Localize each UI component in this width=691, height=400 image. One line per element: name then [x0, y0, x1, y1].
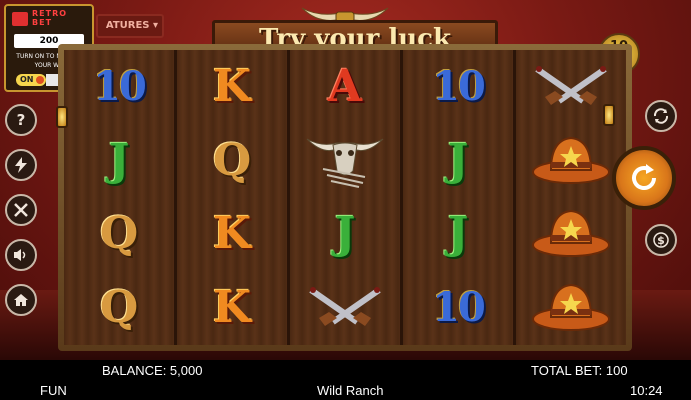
- reel-cell: J: [403, 198, 513, 272]
- symbol-j: J: [334, 208, 356, 260]
- lantern-icon: [56, 106, 68, 128]
- reel-1: 10 J Q Q: [64, 50, 177, 345]
- reel-4: 10 J J 10: [403, 50, 516, 345]
- bull-skull-icon: [306, 138, 384, 188]
- reel-cell: Q: [177, 124, 287, 198]
- home-icon: [14, 294, 28, 306]
- total-bet-text: TOTAL BET: 100: [531, 363, 628, 378]
- bull-skull-symbol: [303, 129, 387, 193]
- features-button[interactable]: ATURES ▾: [96, 14, 164, 38]
- autoplay-button[interactable]: [645, 100, 677, 132]
- reel-cell: [516, 198, 626, 272]
- cowboy-hat-icon: [532, 210, 610, 258]
- crossed-pistols-icon: [309, 287, 381, 327]
- symbol-j: J: [108, 134, 130, 186]
- crossed-pistols-symbol: [531, 61, 611, 113]
- lightning-icon: [15, 157, 27, 173]
- crossed-pistols-symbol: [305, 282, 385, 334]
- reel-cell: 10: [403, 50, 513, 124]
- retro-bet-toggle-label: ON: [20, 75, 34, 84]
- home-button[interactable]: [5, 284, 37, 316]
- toggle-knob-icon: [36, 76, 44, 84]
- cowboy-hat-symbol: [531, 279, 611, 337]
- reel-cell: Q: [64, 198, 174, 272]
- retro-bet-toggle[interactable]: ON: [16, 74, 46, 86]
- spin-button[interactable]: [612, 146, 676, 210]
- balance-text: BALANCE: 5,000: [102, 363, 203, 378]
- bet-button[interactable]: $: [645, 224, 677, 256]
- help-button[interactable]: ?: [5, 104, 37, 136]
- cowboy-hat-icon: [532, 284, 610, 332]
- reel-cell: K: [177, 50, 287, 124]
- help-icon: ?: [16, 111, 26, 129]
- symbol-j: J: [447, 134, 469, 186]
- symbol-q: Q: [99, 208, 139, 260]
- status-bar: BALANCE: 5,000 TOTAL BET: 100 FUN Wild R…: [0, 360, 691, 400]
- cowboy-hat-icon: [532, 136, 610, 184]
- bet-coin-icon: $: [653, 232, 669, 248]
- crossed-pistols-icon: [535, 65, 607, 105]
- reel-cell: [516, 271, 626, 345]
- reel-cell: [516, 124, 626, 198]
- lantern-icon: [603, 104, 615, 126]
- reel-cell: Q: [64, 271, 174, 345]
- game-name: Wild Ranch: [317, 383, 384, 398]
- svg-text:$: $: [657, 234, 665, 247]
- reel-cell: 10: [64, 50, 174, 124]
- reel-cell: J: [290, 198, 400, 272]
- reel-cell: J: [64, 124, 174, 198]
- reel-2: KQKK: [177, 50, 290, 345]
- sound-icon: [14, 249, 26, 261]
- retro-bet-logo-text-top: RETRO: [32, 9, 68, 18]
- sound-button[interactable]: [5, 239, 37, 271]
- reels-grid[interactable]: 10 J Q Q K Q K K A J 10 J J 10: [64, 50, 626, 345]
- autoplay-icon: [653, 108, 669, 124]
- symbol-k: K: [212, 60, 252, 112]
- reel-cell: [290, 124, 400, 198]
- retro-bet-logo-icon: [12, 12, 28, 26]
- cowboy-hat-symbol: [531, 132, 611, 190]
- reel-cell: A: [290, 50, 400, 124]
- clock-text: 10:24: [630, 383, 663, 398]
- settings-tools-icon: [14, 203, 28, 217]
- mode-text: FUN: [40, 383, 67, 398]
- reel-cell: K: [177, 271, 287, 345]
- spin-icon: [632, 164, 656, 190]
- symbol-10: 10: [93, 62, 147, 110]
- reel-3: AJ: [290, 50, 403, 345]
- symbol-j: J: [447, 208, 469, 260]
- cowboy-hat-symbol: [531, 205, 611, 263]
- reel-cell: K: [177, 198, 287, 272]
- reel-cell: 10: [403, 271, 513, 345]
- quick-spin-button[interactable]: [5, 149, 37, 181]
- reel-cell: [290, 271, 400, 345]
- retro-bet-logo-text-bottom: BET: [32, 18, 53, 27]
- symbol-q: Q: [212, 134, 252, 186]
- symbol-k: K: [212, 208, 252, 260]
- symbol-10: 10: [432, 284, 486, 332]
- symbol-10: 10: [432, 62, 486, 110]
- symbol-a: A: [327, 60, 363, 112]
- reel-5: [516, 50, 626, 345]
- settings-button[interactable]: [5, 194, 37, 226]
- symbol-k: K: [212, 282, 252, 334]
- symbol-q: Q: [99, 282, 139, 334]
- reel-cell: J: [403, 124, 513, 198]
- retro-bet-logo: RETRO BET: [10, 9, 88, 31]
